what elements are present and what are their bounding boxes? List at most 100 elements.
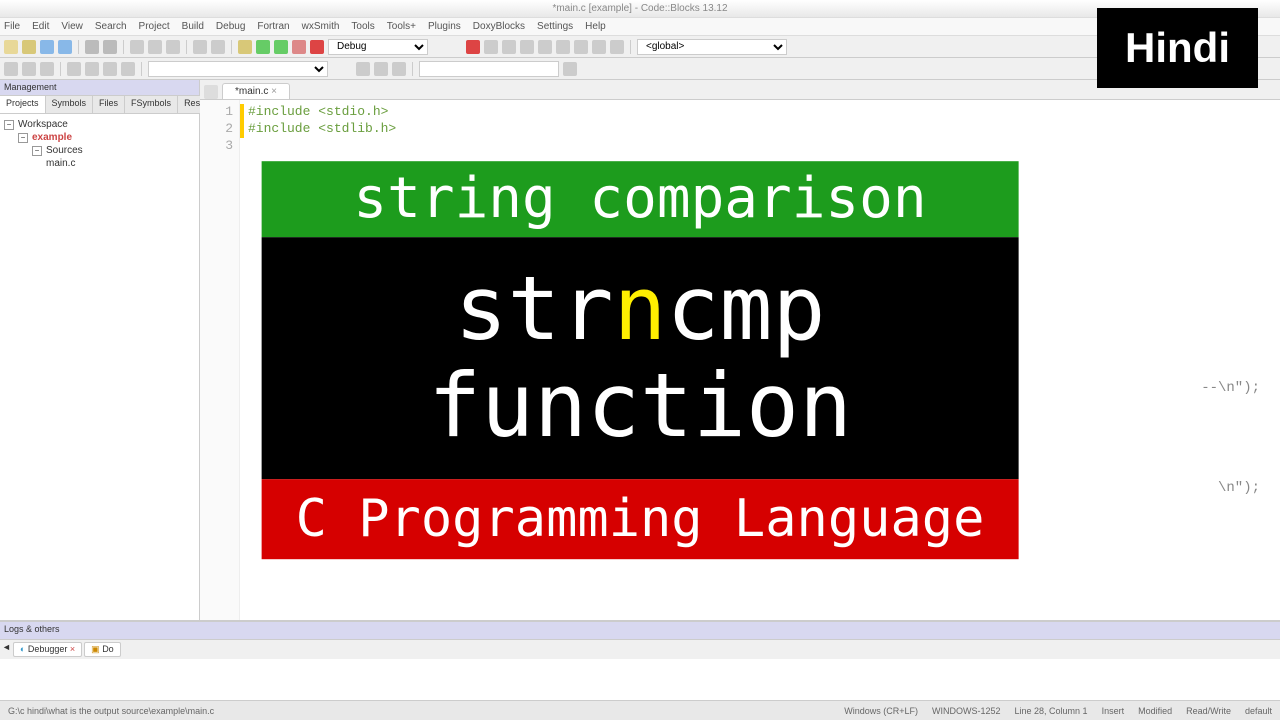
toolbar-row-1: Debug <global> xyxy=(0,36,1280,58)
menu-search[interactable]: Search xyxy=(95,21,127,32)
bottom-panel: Logs & others ◄ ◐ Debugger × ▣ Do xyxy=(0,620,1280,700)
tab-symbols[interactable]: Symbols xyxy=(46,96,94,113)
menubar: File Edit View Search Project Build Debu… xyxy=(0,18,1280,36)
sidebar-header: Management xyxy=(0,80,199,96)
expand-icon[interactable]: − xyxy=(32,146,42,156)
menu-help[interactable]: Help xyxy=(585,21,606,32)
save-all-icon[interactable] xyxy=(58,40,72,54)
debug-next-icon[interactable] xyxy=(502,40,516,54)
tree-folder-sources[interactable]: − Sources xyxy=(4,144,195,157)
code-fragment: --\n"); xyxy=(1201,380,1260,396)
tab-projects[interactable]: Projects xyxy=(0,96,46,113)
bottom-tabs: ◄ ◐ Debugger × ▣ Do xyxy=(0,640,1280,659)
rebuild-icon[interactable] xyxy=(292,40,306,54)
open-file-icon[interactable] xyxy=(22,40,36,54)
build-run-icon[interactable] xyxy=(274,40,288,54)
redo-icon[interactable] xyxy=(103,40,117,54)
tab-doxyblocks[interactable]: ▣ Do xyxy=(84,642,121,657)
build-target-dropdown[interactable]: Debug xyxy=(328,39,428,55)
language-badge: Hindi xyxy=(1097,8,1258,88)
menu-wxsmith[interactable]: wxSmith xyxy=(302,21,340,32)
tab-debugger[interactable]: ◐ Debugger × xyxy=(13,642,82,657)
debug-step-icon[interactable] xyxy=(520,40,534,54)
save-icon[interactable] xyxy=(40,40,54,54)
scope-dropdown[interactable]: <global> xyxy=(637,39,787,55)
cut-icon[interactable] xyxy=(130,40,144,54)
tree-project[interactable]: − example xyxy=(4,131,195,144)
function-dropdown[interactable] xyxy=(148,61,328,77)
overlay-title: strncmp function xyxy=(262,237,1019,479)
editor-tab-mainc[interactable]: *main.c xyxy=(222,83,290,99)
debug-stepinstr-icon[interactable] xyxy=(574,40,588,54)
expand-icon[interactable]: − xyxy=(4,120,14,130)
status-position: Line 28, Column 1 xyxy=(1015,706,1088,716)
tool-icon[interactable] xyxy=(121,62,135,76)
separator xyxy=(78,40,79,54)
tab-nav-prev-icon[interactable] xyxy=(204,85,218,99)
tree-file-mainc[interactable]: main.c xyxy=(4,157,195,170)
paste-icon[interactable] xyxy=(166,40,180,54)
tool-icon[interactable] xyxy=(392,62,406,76)
new-file-icon[interactable] xyxy=(4,40,18,54)
tool-icon[interactable] xyxy=(356,62,370,76)
undo-icon[interactable] xyxy=(85,40,99,54)
statusbar: G:\c hindi\what is the output source\exa… xyxy=(0,700,1280,720)
status-insert: Insert xyxy=(1102,706,1125,716)
menu-doxyblocks[interactable]: DoxyBlocks xyxy=(473,21,525,32)
menu-fortran[interactable]: Fortran xyxy=(257,21,289,32)
menu-toolsplus[interactable]: Tools+ xyxy=(387,21,416,32)
debug-break-icon[interactable] xyxy=(592,40,606,54)
code-fragment: \n"); xyxy=(1218,480,1260,496)
tool-icon[interactable] xyxy=(40,62,54,76)
debug-stop-icon[interactable] xyxy=(610,40,624,54)
nav-fwd-icon[interactable] xyxy=(85,62,99,76)
status-profile: default xyxy=(1245,706,1272,716)
nav-left-icon[interactable]: ◄ xyxy=(2,642,11,657)
logs-header: Logs & others xyxy=(0,622,1280,640)
tool-icon[interactable] xyxy=(103,62,117,76)
sidebar-tabs: Projects Symbols Files FSymbols Resource… xyxy=(0,96,199,114)
copy-icon[interactable] xyxy=(148,40,162,54)
expand-icon[interactable]: − xyxy=(18,133,28,143)
tab-fsymbols[interactable]: FSymbols xyxy=(125,96,178,113)
title-overlay: string comparison strncmp function C Pro… xyxy=(262,161,1019,559)
menu-plugins[interactable]: Plugins xyxy=(428,21,461,32)
change-marker xyxy=(240,104,244,121)
debug-stepout-icon[interactable] xyxy=(538,40,552,54)
window-title: *main.c [example] - Code::Blocks 13.12 xyxy=(552,3,727,14)
abort-icon[interactable] xyxy=(310,40,324,54)
status-modified: Modified xyxy=(1138,706,1172,716)
separator xyxy=(141,62,142,76)
tab-files[interactable]: Files xyxy=(93,96,125,113)
menu-edit[interactable]: Edit xyxy=(32,21,49,32)
debug-run-cursor-icon[interactable] xyxy=(484,40,498,54)
status-readwrite: Read/Write xyxy=(1186,706,1231,716)
search-icon[interactable] xyxy=(563,62,577,76)
overlay-subtitle: string comparison xyxy=(262,161,1019,237)
tool-icon[interactable] xyxy=(4,62,18,76)
menu-file[interactable]: File xyxy=(4,21,20,32)
tree-workspace[interactable]: − Workspace xyxy=(4,118,195,131)
window-titlebar: *main.c [example] - Code::Blocks 13.12 xyxy=(0,0,1280,18)
separator xyxy=(231,40,232,54)
search-input[interactable] xyxy=(419,61,559,77)
nav-back-icon[interactable] xyxy=(67,62,81,76)
menu-settings[interactable]: Settings xyxy=(537,21,573,32)
project-tree: − Workspace − example − Sources main.c xyxy=(0,114,199,700)
menu-tools[interactable]: Tools xyxy=(351,21,374,32)
separator xyxy=(123,40,124,54)
run-icon[interactable] xyxy=(256,40,270,54)
build-icon[interactable] xyxy=(238,40,252,54)
debug-start-icon[interactable] xyxy=(466,40,480,54)
menu-debug[interactable]: Debug xyxy=(216,21,245,32)
tool-icon[interactable] xyxy=(22,62,36,76)
status-filepath: G:\c hindi\what is the output source\exa… xyxy=(8,706,844,716)
menu-view[interactable]: View xyxy=(61,21,83,32)
replace-icon[interactable] xyxy=(211,40,225,54)
menu-project[interactable]: Project xyxy=(139,21,170,32)
tool-icon[interactable] xyxy=(374,62,388,76)
find-icon[interactable] xyxy=(193,40,207,54)
separator xyxy=(630,40,631,54)
menu-build[interactable]: Build xyxy=(182,21,204,32)
debug-nextinstr-icon[interactable] xyxy=(556,40,570,54)
